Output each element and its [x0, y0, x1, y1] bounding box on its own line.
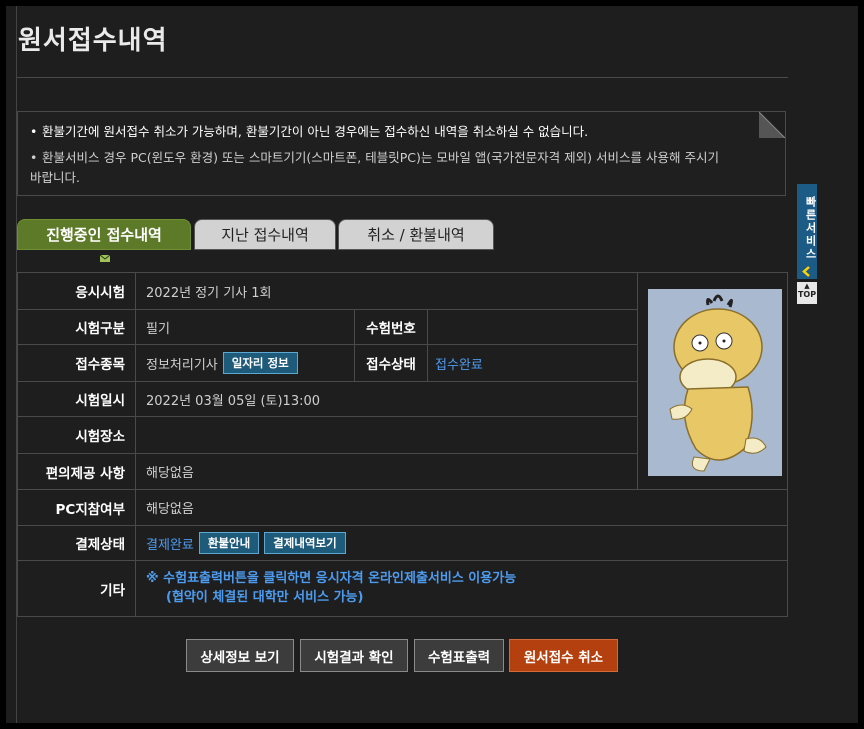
bullet: • [30, 150, 38, 165]
row-place: 시험장소 [18, 417, 637, 454]
refund-info-button[interactable]: 환불안내 [198, 532, 260, 554]
photo-cell [637, 273, 787, 490]
up-arrow-icon: ▲ [804, 282, 810, 290]
quick-service-panel[interactable]: 빠른서비스 [797, 184, 817, 264]
category-label: 접수종목 [18, 345, 136, 381]
exam-result-button[interactable]: 시험결과 확인 [300, 639, 408, 672]
payment-value: 결제완료 [146, 537, 194, 553]
tab-past-applications[interactable]: 지난 접수내역 [194, 219, 336, 250]
bullet: • [30, 124, 38, 139]
etc-label: 기타 [18, 561, 136, 616]
top-label: TOP [797, 290, 817, 299]
applicant-photo [648, 289, 782, 476]
etc-note-2: (협약이 체결된 대학만 서비스 가능) [166, 590, 364, 605]
status-label: 접수상태 [354, 345, 428, 381]
tab-cancel-refund[interactable]: 취소 / 환불내역 [338, 219, 494, 250]
notice-text-2: 환불서비스 경우 PC(윈도우 환경) 또는 스마트기기(스마트폰, 테블릿PC… [30, 150, 719, 185]
pc-label: PC지참여부 [18, 490, 136, 525]
print-ticket-button[interactable]: 수험표출력 [414, 639, 504, 672]
convenience-value: 해당없음 [146, 466, 194, 481]
scroll-top-button[interactable]: ▲ TOP [797, 282, 817, 304]
tab-current-applications[interactable]: 진행중인 접수내역 [17, 219, 191, 250]
payment-history-button[interactable]: 결제내역보기 [264, 532, 346, 554]
exam-value: 2022년 정기 기사 1회 [146, 285, 272, 301]
payment-label: 결제상태 [18, 526, 136, 560]
row-datetime: 시험일시 2022년 03월 05일 (토)13:00 [18, 382, 637, 417]
row-category: 접수종목 정보처리기사 일자리 정보 접수상태 접수완료 [18, 345, 637, 382]
etc-note-1: ※ 수험표출력버튼을 클릭하면 응시자격 온라인제출서비스 이용가능 [146, 571, 517, 586]
etc-value: ※ 수험표출력버튼을 클릭하면 응시자격 온라인제출서비스 이용가능 (협약이 … [146, 561, 516, 624]
title-divider [17, 77, 788, 78]
row-convenience: 편의제공 사항 해당없음 [18, 454, 637, 490]
type-label: 시험구분 [18, 310, 136, 344]
row-exam: 응시시험 2022년 정기 기사 1회 [18, 273, 637, 310]
application-detail-table: 응시시험 2022년 정기 기사 1회 시험구분 필기 수험번호 접수종목 정보… [17, 272, 788, 617]
pc-value: 해당없음 [146, 502, 194, 517]
row-pc: PC지참여부 해당없음 [18, 490, 787, 526]
row-etc: 기타 ※ 수험표출력버튼을 클릭하면 응시자격 온라인제출서비스 이용가능 (협… [18, 561, 787, 616]
cancel-application-button[interactable]: 원서접수 취소 [509, 639, 618, 672]
job-info-button[interactable]: 일자리 정보 [222, 352, 298, 374]
status-value: 접수완료 [435, 357, 483, 373]
envelope-icon [100, 255, 110, 262]
notice-box: • 환불기간에 원서접수 취소가 가능하며, 환불기간이 아닌 경우에는 접수하신… [17, 111, 786, 196]
category-cell: 정보처리기사 일자리 정보 [146, 345, 298, 381]
exam-label: 응시시험 [18, 273, 136, 309]
notice-line-2: • 환불서비스 경우 PC(윈도우 환경) 또는 스마트기기(스마트폰, 테블릿P… [30, 148, 720, 188]
convenience-label: 편의제공 사항 [18, 454, 136, 489]
number-label: 수험번호 [354, 310, 428, 344]
category-value: 정보처리기사 [146, 357, 218, 373]
place-label: 시험장소 [18, 417, 136, 453]
datetime-value: 2022년 03월 05일 (토)13:00 [146, 393, 321, 409]
payment-cell: 결제완료 환불안내 결제내역보기 [146, 526, 346, 560]
page-title: 원서접수내역 [18, 26, 168, 56]
notice-line-1: • 환불기간에 원서접수 취소가 가능하며, 환불기간이 아닌 경우에는 접수하신… [30, 121, 588, 140]
detail-info-button[interactable]: 상세정보 보기 [186, 639, 294, 672]
page-fold-icon [759, 112, 785, 138]
type-value: 필기 [146, 321, 170, 337]
datetime-label: 시험일시 [18, 382, 136, 416]
notice-text-1: 환불기간에 원서접수 취소가 가능하며, 환불기간이 아닌 경우에는 접수하신 … [42, 124, 589, 139]
row-payment: 결제상태 결제완료 환불안내 결제내역보기 [18, 526, 787, 561]
row-type: 시험구분 필기 수험번호 [18, 310, 637, 345]
chevron-left-icon[interactable] [797, 264, 817, 279]
